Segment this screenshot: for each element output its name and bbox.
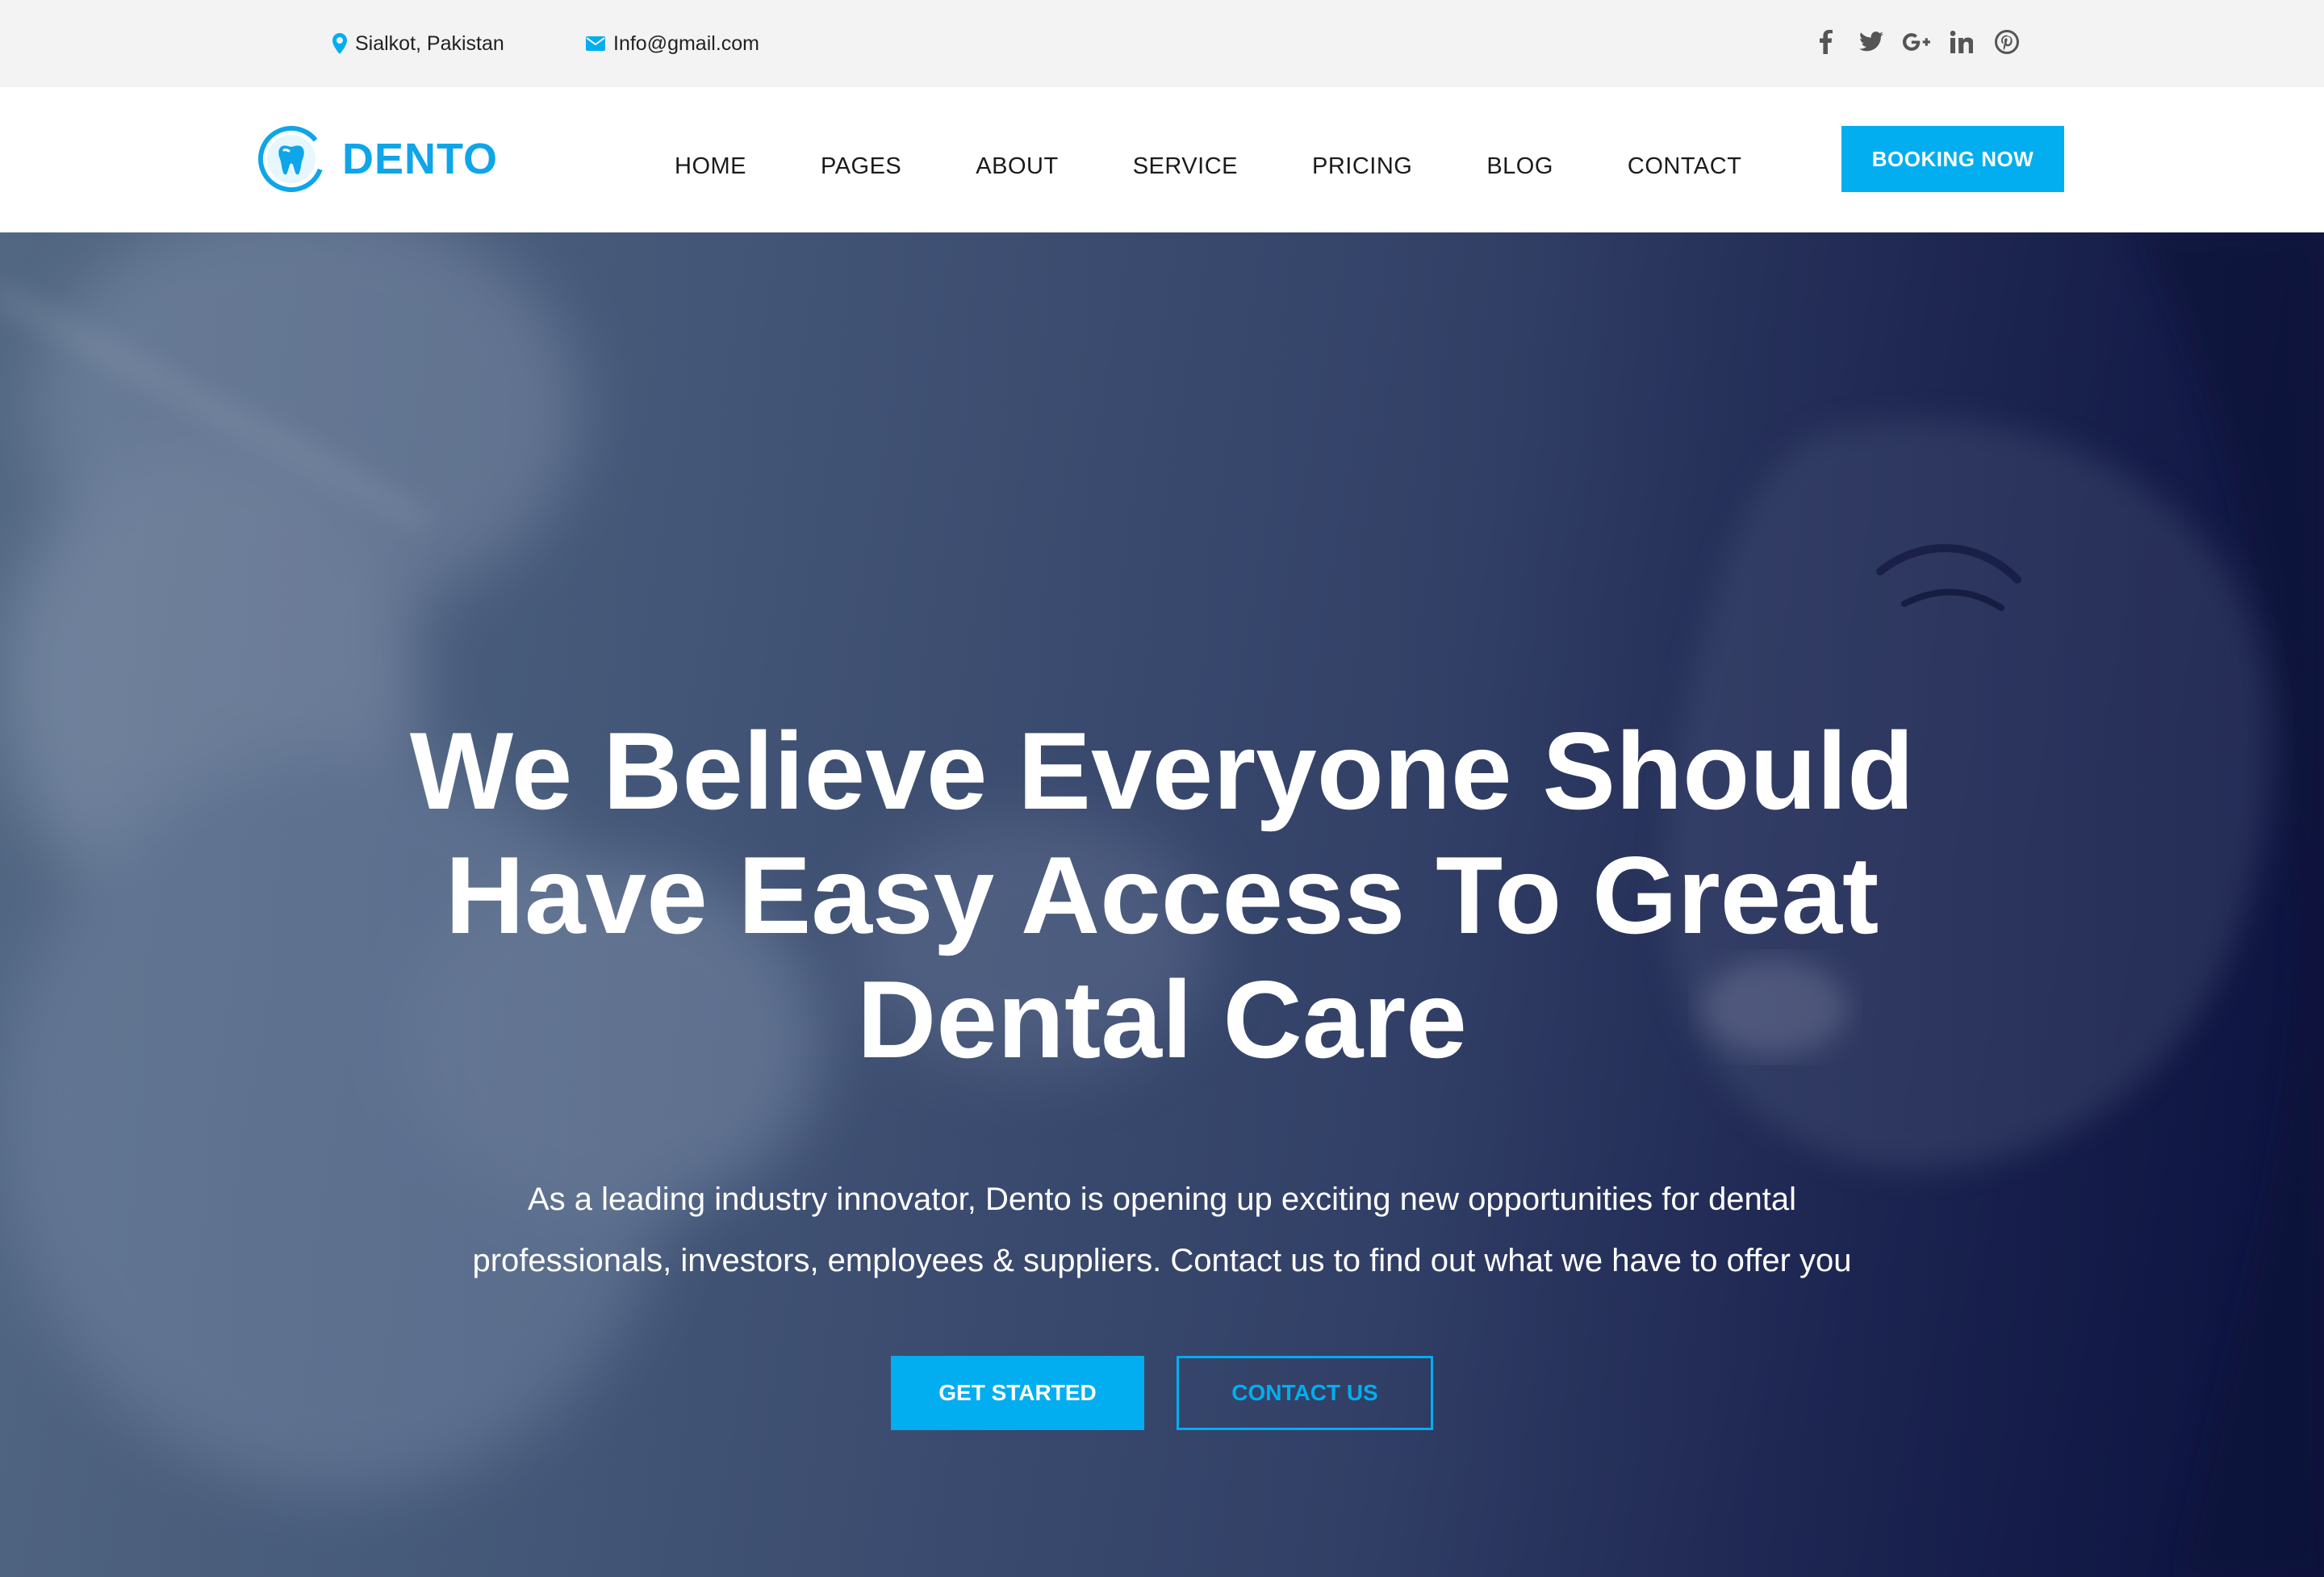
google-plus-icon[interactable]	[1903, 28, 1930, 56]
nav-item-service[interactable]: SERVICE	[1133, 153, 1238, 180]
location-info: Sialkot, Pakistan	[332, 27, 504, 60]
nav-item-blog[interactable]: BLOG	[1486, 153, 1553, 180]
email-text[interactable]: Info@gmail.com	[613, 32, 759, 56]
nav-item-home[interactable]: HOME	[675, 153, 746, 180]
main-navigation: HOME PAGES ABOUT SERVICE PRICING BLOG CO…	[675, 142, 1741, 190]
hero-heading-line-2: Have Easy Access To Great	[445, 834, 1879, 956]
social-links	[1812, 24, 2038, 60]
booking-now-button[interactable]: BOOKING NOW	[1841, 126, 2064, 192]
location-text: Sialkot, Pakistan	[355, 31, 504, 55]
twitter-icon[interactable]	[1858, 28, 1885, 56]
tooth-icon	[258, 126, 324, 192]
hero-description-line-1: As a leading industry innovator, Dento i…	[527, 1182, 1797, 1217]
map-marker-icon	[332, 33, 347, 54]
hero-section: We Believe Everyone Should Have Easy Acc…	[0, 232, 2324, 1577]
nav-item-about[interactable]: ABOUT	[976, 153, 1058, 180]
nav-item-contact[interactable]: CONTACT	[1628, 153, 1742, 180]
hero-heading: We Believe Everyone Should Have Easy Acc…	[274, 709, 2050, 1081]
nav-item-pages[interactable]: PAGES	[821, 153, 901, 180]
hero-heading-line-1: We Believe Everyone Should	[409, 709, 1915, 832]
facebook-icon[interactable]	[1812, 28, 1840, 56]
email-info[interactable]: Info@gmail.com	[586, 27, 759, 60]
hero-description-line-2: professionals, investors, employees & su…	[472, 1243, 1852, 1278]
pinterest-icon[interactable]	[1993, 28, 2021, 56]
linkedin-icon[interactable]	[1948, 28, 1975, 56]
top-info-bar: Sialkot, Pakistan Info@gmail.com	[0, 0, 2324, 87]
hero-heading-line-3: Dental Care	[857, 958, 1467, 1081]
nav-item-pricing[interactable]: PRICING	[1312, 153, 1412, 180]
logo-text: DENTO	[342, 135, 499, 183]
site-logo[interactable]: DENTO	[257, 123, 498, 195]
envelope-icon	[586, 36, 605, 51]
contact-us-button[interactable]: CONTACT US	[1177, 1356, 1433, 1430]
hero-description: As a leading industry innovator, Dento i…	[355, 1169, 1969, 1291]
get-started-button[interactable]: GET STARTED	[891, 1356, 1144, 1430]
main-header: DENTO HOME PAGES ABOUT SERVICE PRICING B…	[0, 87, 2324, 232]
